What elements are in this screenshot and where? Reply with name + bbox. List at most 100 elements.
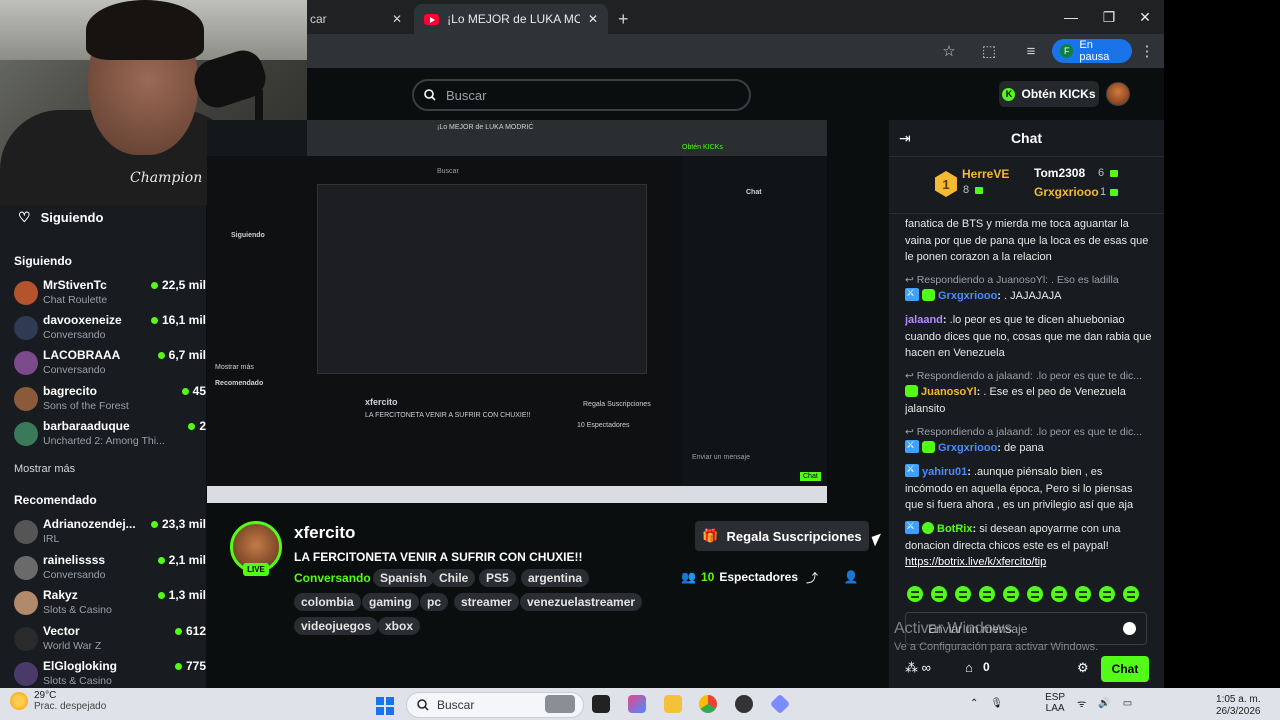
video-player[interactable]: ¡Lo MEJOR de LUKA MODRIĆ Obtén KICKs Bus… xyxy=(207,120,889,503)
chat-username[interactable]: yahiru01 xyxy=(922,466,967,478)
stream-tag[interactable]: Chile xyxy=(432,569,476,587)
streamer-name[interactable]: xfercito xyxy=(294,523,355,543)
taskbar-clock[interactable]: 1:05 a. m. 26/3/2026 xyxy=(1216,694,1261,718)
chat-reply-context[interactable]: ↩ Respondiendo a JuanosoYl: . Eso es lad… xyxy=(905,272,1153,289)
emote-icon[interactable] xyxy=(1123,586,1139,602)
chat-reply-context[interactable]: ↩ Respondiendo a jalaand: .lo peor es qu… xyxy=(905,368,1153,385)
get-kicks-button[interactable]: K Obtén KICKs xyxy=(999,81,1099,107)
close-tab-icon[interactable]: ✕ xyxy=(588,12,598,26)
browser-menu-icon[interactable]: ⋮ xyxy=(1136,40,1158,62)
stream-tag[interactable]: colombia xyxy=(294,593,361,611)
new-tab-button[interactable]: + xyxy=(608,4,636,34)
gift-subscriptions-button[interactable]: 🎁 Regala Suscripciones xyxy=(695,521,869,551)
emote-icon[interactable] xyxy=(931,586,947,602)
viewer-count: 2 xyxy=(199,419,206,433)
sidebar-channel[interactable]: Vector World War Z 612 xyxy=(14,623,206,657)
profile-status: En pausa xyxy=(1079,39,1110,63)
tray-chevron-icon[interactable]: ⌃ xyxy=(970,698,978,709)
wifi-icon[interactable]: ᯤ xyxy=(1077,696,1086,710)
stream-info: LIVE xfercito LA FERCITONETA VENIR A SUF… xyxy=(207,503,889,688)
sidebar-channel[interactable]: rainelissss Conversando 2,1 mil xyxy=(14,552,206,586)
channel-viewers: 23,3 mil xyxy=(150,517,206,531)
stream-tag[interactable]: Spanish xyxy=(373,569,434,587)
chat-message: fanatica de BTS y mierda me toca aguanta… xyxy=(905,216,1153,266)
stream-tag[interactable]: videojuegos xyxy=(294,617,379,635)
emote-icon[interactable] xyxy=(955,586,971,602)
obs-app-icon[interactable] xyxy=(735,695,753,713)
chat-settings-icons[interactable]: ⁂ ∞ xyxy=(905,660,931,676)
channel-viewers: 45 xyxy=(181,384,206,398)
battery-icon[interactable]: ▭ xyxy=(1123,698,1132,709)
stream-tag[interactable]: pc xyxy=(420,593,449,611)
browser-tab-active[interactable]: ¡Lo MEJOR de LUKA MODRIĆ! C ✕ xyxy=(414,4,608,34)
stream-tag[interactable]: argentina xyxy=(521,569,590,587)
sidebar-channel[interactable]: Adrianozendej... IRL 23,3 mil xyxy=(14,516,206,550)
emote-icon[interactable] xyxy=(907,586,923,602)
close-tab-icon[interactable]: ✕ xyxy=(392,12,402,26)
following-header[interactable]: ♡ Siguiendo xyxy=(18,209,103,226)
microphone-tray-icon[interactable]: 🎙 xyxy=(990,698,1003,709)
chat-username[interactable]: BotRix xyxy=(937,523,972,535)
minimize-button[interactable]: — xyxy=(1052,0,1090,34)
settings-gear-icon[interactable]: ⚙ xyxy=(1077,660,1089,676)
stream-tag[interactable]: gaming xyxy=(362,593,419,611)
stream-tag[interactable]: PS5 xyxy=(479,569,516,587)
browser-tab[interactable]: car ✕ xyxy=(300,4,412,34)
weather-widget[interactable]: 29°C Prac. despejado xyxy=(10,690,106,712)
terminal-app-icon[interactable] xyxy=(592,695,610,713)
stream-category[interactable]: Conversando xyxy=(294,571,371,585)
kicks-balance: 0 xyxy=(983,660,990,674)
media-control-icon[interactable]: ≡ xyxy=(1020,40,1042,62)
search-input[interactable]: Buscar xyxy=(412,79,751,111)
sidebar-channel[interactable]: LACOBRAAA Conversando 6,7 mil xyxy=(14,347,206,381)
chat-username[interactable]: Grxgxriooo xyxy=(938,442,997,454)
chat-link[interactable]: https://botrix.live/k/xfercito/tip xyxy=(905,556,1046,568)
app-icon[interactable] xyxy=(769,693,791,715)
chat-username[interactable]: Grxgxriooo xyxy=(938,290,997,302)
sidebar-channel[interactable]: bagrecito Sons of the Forest 45 xyxy=(14,383,206,417)
language-indicator[interactable]: ESP LAA xyxy=(1045,692,1065,714)
file-explorer-icon[interactable] xyxy=(664,695,682,713)
emote-icon[interactable] xyxy=(1003,586,1019,602)
follow-user-icon[interactable]: 👤 xyxy=(843,569,859,585)
user-avatar[interactable] xyxy=(1106,82,1130,106)
sidebar-channel[interactable]: MrStivenTc Chat Roulette 22,5 mil xyxy=(14,277,206,311)
widget-thumbnail-icon[interactable] xyxy=(545,695,575,713)
stream-tag[interactable]: streamer xyxy=(454,593,519,611)
sidebar-channel[interactable]: Rakyz Slots & Casino 1,3 mil xyxy=(14,587,206,621)
leaderboard-user[interactable]: Grxgxriooo xyxy=(1034,185,1099,199)
stream-tag[interactable]: xbox xyxy=(378,617,421,635)
leaderboard-user[interactable]: Tom2308 xyxy=(1034,166,1085,180)
emoji-picker-icon[interactable] xyxy=(1123,622,1136,635)
emote-icon[interactable] xyxy=(1075,586,1091,602)
emote-icon[interactable] xyxy=(1027,586,1043,602)
extensions-icon[interactable]: ⬚ xyxy=(978,40,1000,62)
chat-username[interactable]: JuanosoYl xyxy=(921,386,977,398)
bookmark-star-icon[interactable]: ☆ xyxy=(938,40,960,62)
emote-icon[interactable] xyxy=(1051,586,1067,602)
emote-icon[interactable] xyxy=(979,586,995,602)
viewer-count: 2,1 mil xyxy=(168,553,206,567)
send-chat-button[interactable]: Chat xyxy=(1101,656,1149,682)
copilot-app-icon[interactable] xyxy=(628,695,646,713)
profile-button[interactable]: F En pausa xyxy=(1052,39,1132,63)
chat-reply-context[interactable]: ↩ Respondiendo a jalaand: .lo peor es qu… xyxy=(905,424,1153,441)
chrome-app-icon[interactable] xyxy=(699,695,717,713)
sidebar-channel[interactable]: davooxeneize Conversando 16,1 mil xyxy=(14,312,206,346)
emote-icon[interactable] xyxy=(1099,586,1115,602)
stream-tag[interactable]: venezuelastreamer xyxy=(520,593,643,611)
show-more-link[interactable]: Mostrar más xyxy=(14,463,75,475)
store-icon[interactable]: ⌂ xyxy=(965,660,973,675)
sidebar-channel[interactable]: barbaraaduque Uncharted 2: Among Thi... … xyxy=(14,418,206,452)
close-window-button[interactable]: ✕ xyxy=(1126,0,1164,34)
share-icon[interactable]: ⤴ xyxy=(804,569,820,585)
volume-icon[interactable]: 🔊 xyxy=(1098,698,1110,709)
moderator-badge-icon xyxy=(905,519,919,536)
chat-username[interactable]: jalaand xyxy=(905,314,943,326)
leaderboard-user[interactable]: HerreVE xyxy=(962,167,1009,181)
maximize-button[interactable]: ❐ xyxy=(1090,0,1128,34)
windows-start-icon[interactable] xyxy=(376,697,394,715)
sidebar-channel[interactable]: ElGlogloking Slots & Casino 775 xyxy=(14,658,206,692)
system-tray: ⌃ 🎙 ESP LAA ᯤ 🔊 ▭ xyxy=(970,692,1132,714)
reply-icon: ↩ xyxy=(905,426,917,438)
